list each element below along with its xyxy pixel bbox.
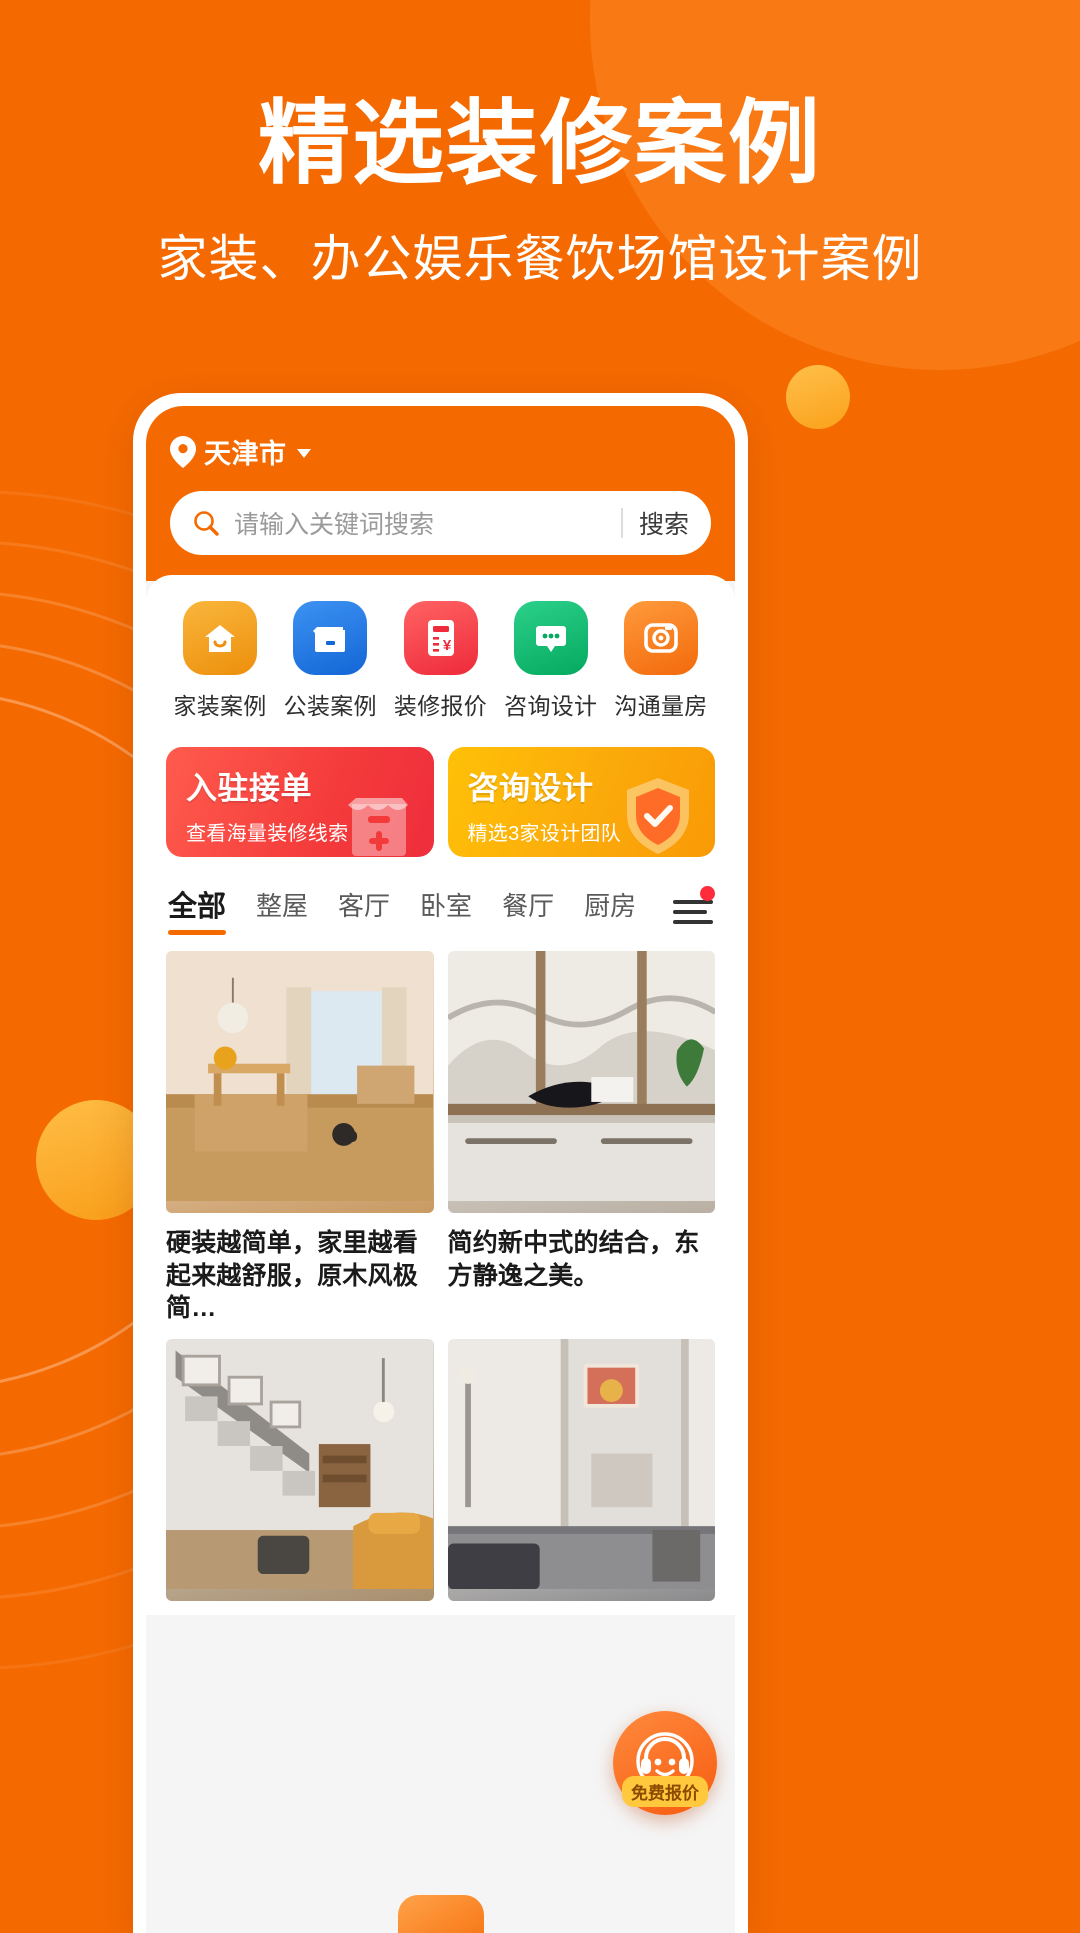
quicknav-item-measure[interactable]: 沟通量房 [609,601,713,721]
hamburger-menu-icon[interactable] [673,886,715,924]
svg-text:¥: ¥ [442,637,451,654]
case-card[interactable] [447,1338,715,1615]
case-card[interactable]: 简约新中式的结合，东方静逸之美。 [447,951,715,1325]
tab-all[interactable]: 全部 [168,883,227,935]
app-header: 天津市 请输入关键词搜索 搜索 [146,406,735,581]
case-card[interactable]: 硬装越简单，家里越看起来越舒服，原木风极简… [166,951,434,1325]
notification-badge [700,886,715,901]
category-tabs: 全部 整屋 客厅 卧室 餐厅 厨房 [166,883,715,935]
home-icon [183,601,257,675]
page-subtitle: 家装、办公娱乐餐饮场馆设计案例 [157,231,923,287]
chat-bubble-icon [513,601,588,675]
case-grid: 硬装越简单，家里越看起来越舒服，原木风极简… 简约新中式的结合，东方静逸之美。 [166,951,715,1615]
promo-banners: 入驻接单 查看海量装修线索 咨询设计 精选3家设计团队 [166,747,715,857]
quicknav-label: 咨询设计 [504,693,598,719]
case-card[interactable] [166,1338,434,1615]
chevron-down-icon [296,449,311,458]
case-thumbnail-living-dining [166,951,434,1213]
page-title: 精选装修案例 [257,93,822,195]
search-divider [620,508,623,538]
calculator-icon: ¥ [403,601,478,675]
tab-whole-house[interactable]: 整屋 [256,886,308,933]
tape-measure-icon [624,601,698,675]
shop-icon [338,774,420,857]
hero-section: 精选装修案例 家装、办公娱乐餐饮场馆设计案例 [0,0,1080,287]
tab-bedroom[interactable]: 卧室 [420,886,472,933]
case-title: 简约新中式的结合，东方静逸之美。 [447,1229,700,1290]
banner-join-orders[interactable]: 入驻接单 查看海量装修线索 [166,747,434,857]
tab-dining-room[interactable]: 餐厅 [502,886,554,933]
quicknav-label: 家装案例 [173,693,267,719]
tab-living-room[interactable]: 客厅 [338,886,390,933]
quicknav-item-consult-design[interactable]: 咨询设计 [499,601,603,721]
free-quote-label: 免费报价 [622,1776,708,1807]
quicknav-label: 装修报价 [393,693,488,719]
location-pin-icon [170,435,196,468]
location-name: 天津市 [204,439,287,469]
search-input-placeholder[interactable]: 请输入关键词搜索 [234,505,621,541]
quicknav-label: 沟通量房 [614,693,708,719]
banner-consult-design[interactable]: 咨询设计 精选3家设计团队 [447,747,715,857]
phone-mockup: 天津市 请输入关键词搜索 搜索 家装案例 公装案例 ¥ 装修报价 咨询设计 沟通… [133,393,748,1933]
shield-check-icon [615,770,701,857]
decor-dot-right [786,365,850,429]
quicknav-item-commercial-cases[interactable]: 公装案例 [278,601,382,721]
quicknav-item-home-cases[interactable]: 家装案例 [168,601,272,721]
content-sheet: 家装案例 公装案例 ¥ 装修报价 咨询设计 沟通量房 入驻接单 查看海量装修线索… [146,575,735,1615]
app-screen: 天津市 请输入关键词搜索 搜索 家装案例 公装案例 ¥ 装修报价 咨询设计 沟通… [146,406,735,1933]
bottom-tab-indicator[interactable] [397,1895,484,1933]
case-thumbnail-modern-hallway [447,1338,715,1601]
location-selector[interactable]: 天津市 [170,432,711,471]
search-icon [192,509,220,537]
quick-nav: 家装案例 公装案例 ¥ 装修报价 咨询设计 沟通量房 [166,597,715,721]
customer-service-button[interactable]: 免费报价 [613,1711,717,1815]
search-button[interactable]: 搜索 [639,505,703,541]
case-thumbnail-chinese-console [447,951,715,1213]
case-title: 硬装越简单，家里越看起来越舒服，原木风极简… [166,1229,419,1322]
search-bar[interactable]: 请输入关键词搜索 搜索 [170,491,711,555]
quicknav-label: 公装案例 [283,693,377,719]
quicknav-item-quote[interactable]: ¥ 装修报价 [389,601,493,721]
storefront-icon [293,601,368,675]
case-thumbnail-staircase-loft [166,1338,434,1601]
tab-kitchen[interactable]: 厨房 [584,886,636,933]
